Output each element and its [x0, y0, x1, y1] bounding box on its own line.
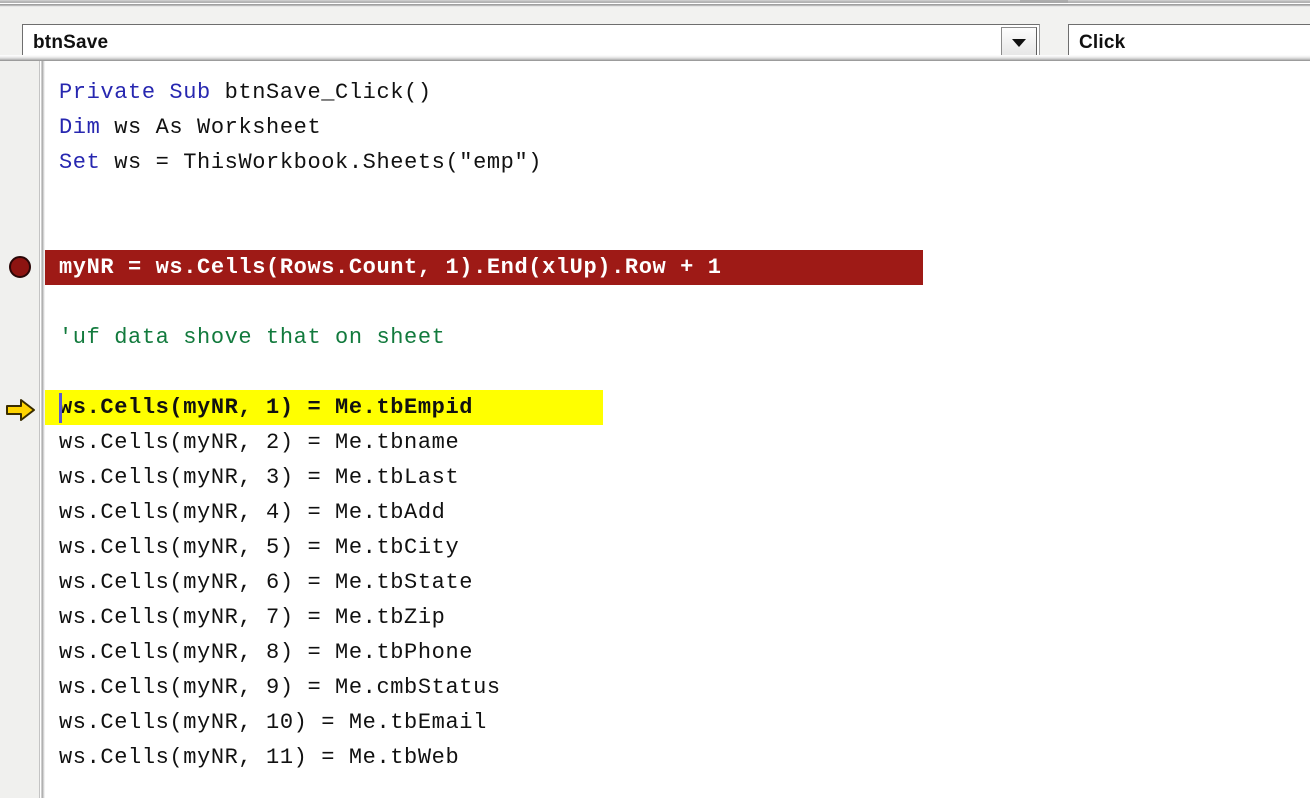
- code-window-toolbar: btnSave Click: [0, 7, 1310, 62]
- code-line[interactable]: ws.Cells(myNR, 11) = Me.tbWeb: [45, 740, 459, 775]
- current-statement-arrow-icon: [6, 399, 35, 421]
- code-line[interactable]: ws.Cells(myNR, 3) = Me.tbLast: [45, 460, 459, 495]
- code-text: ws = ThisWorkbook.Sheets("emp"): [100, 150, 543, 175]
- code-keyword: Private Sub: [59, 80, 211, 105]
- code-line[interactable]: ws.Cells(myNR, 2) = Me.tbname: [45, 425, 459, 460]
- code-line[interactable]: ws.Cells(myNR, 10) = Me.tbEmail: [45, 705, 487, 740]
- window-tab-nub: [1020, 0, 1068, 3]
- code-keyword: Set: [59, 150, 101, 175]
- code-line[interactable]: ws.Cells(myNR, 7) = Me.tbZip: [45, 600, 445, 635]
- breakpoint-dot-icon[interactable]: [9, 256, 31, 278]
- code-line[interactable]: ws.Cells(myNR, 4) = Me.tbAdd: [45, 495, 445, 530]
- code-line-current-statement[interactable]: ws.Cells(myNR, 1) = Me.tbEmpid: [45, 390, 603, 425]
- code-lines[interactable]: Private Sub btnSave_Click() Dim ws As Wor…: [45, 61, 1310, 798]
- code-line[interactable]: Dim ws As Worksheet: [45, 110, 321, 145]
- window-top-border: [0, 0, 1310, 3]
- vba-code-window: btnSave Click Private Sub btnSave_Click(…: [0, 0, 1310, 798]
- code-line[interactable]: Set ws = ThisWorkbook.Sheets("emp"): [45, 145, 542, 180]
- code-line[interactable]: ws.Cells(myNR, 9) = Me.cmbStatus: [45, 670, 501, 705]
- code-gutter[interactable]: [0, 61, 40, 798]
- code-line[interactable]: ws.Cells(myNR, 8) = Me.tbPhone: [45, 635, 473, 670]
- text-caret: [59, 393, 62, 423]
- procedure-combo-value: Click: [1079, 32, 1126, 53]
- code-text: ws As Worksheet: [100, 115, 322, 140]
- chevron-down-icon: [1012, 39, 1026, 47]
- code-pane[interactable]: Private Sub btnSave_Click() Dim ws As Wor…: [0, 61, 1310, 798]
- code-text: btnSave_Click(): [210, 80, 432, 105]
- code-line[interactable]: ws.Cells(myNR, 6) = Me.tbState: [45, 565, 473, 600]
- code-line[interactable]: Private Sub btnSave_Click(): [45, 75, 432, 110]
- object-combo-value: btnSave: [33, 32, 109, 53]
- code-keyword: Dim: [59, 115, 101, 140]
- code-line-breakpoint[interactable]: myNR = ws.Cells(Rows.Count, 1).End(xlUp)…: [45, 250, 923, 285]
- code-line[interactable]: ws.Cells(myNR, 5) = Me.tbCity: [45, 530, 459, 565]
- code-line-comment[interactable]: 'uf data shove that on sheet: [45, 320, 445, 355]
